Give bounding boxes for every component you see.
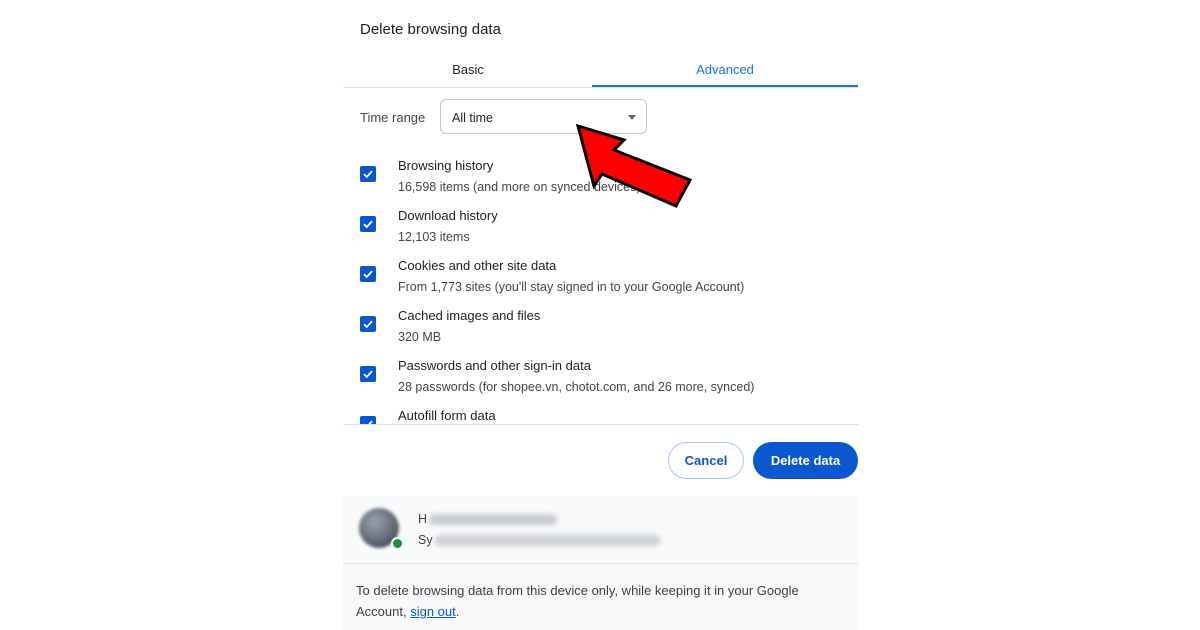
tab-advanced[interactable]: Advanced — [592, 52, 858, 86]
delete-browsing-data-dialog: Delete browsing data Basic Advanced Time… — [343, 0, 858, 630]
checkmark-icon — [363, 220, 373, 229]
sign-out-link[interactable]: sign out — [410, 604, 456, 619]
item-title: Download history — [398, 208, 498, 223]
checkmark-icon — [363, 170, 373, 179]
list-item: Autofill form data — [343, 400, 858, 424]
time-range-label: Time range — [360, 110, 426, 125]
item-subtitle: 28 passwords (for shopee.vn, chotot.com,… — [398, 380, 755, 394]
red-arrow-annotation — [575, 123, 693, 208]
sync-status-icon — [391, 537, 404, 550]
item-title: Cached images and files — [398, 308, 541, 323]
list-item: Cached images and files 320 MB — [343, 300, 858, 350]
list-item: Cookies and other site data From 1,773 s… — [343, 250, 858, 300]
account-name: H — [418, 512, 558, 526]
item-subtitle: 12,103 items — [398, 230, 470, 244]
checkbox-download-history[interactable] — [360, 216, 376, 232]
account-divider — [343, 563, 858, 564]
item-subtitle: From 1,773 sites (you'll stay signed in … — [398, 280, 745, 294]
item-title: Passwords and other sign-in data — [398, 358, 591, 373]
checkmark-icon — [363, 270, 373, 279]
checkbox-browsing-history[interactable] — [360, 166, 376, 182]
item-title: Autofill form data — [398, 408, 496, 423]
time-range-value: All time — [452, 111, 493, 125]
checkbox-autofill[interactable] — [360, 416, 376, 424]
delete-data-button[interactable]: Delete data — [753, 442, 858, 479]
checkbox-passwords[interactable] — [360, 366, 376, 382]
checkmark-icon — [363, 370, 373, 379]
list-divider — [343, 424, 858, 425]
item-subtitle: 320 MB — [398, 330, 442, 344]
item-title: Cookies and other site data — [398, 258, 557, 273]
dialog-title: Delete browsing data — [360, 21, 501, 38]
account-section: H Sy To delete browsing data from this d… — [343, 496, 858, 630]
item-title: Browsing history — [398, 158, 494, 173]
active-tab-indicator — [592, 85, 858, 87]
checkmark-icon — [363, 320, 373, 329]
tab-basic[interactable]: Basic — [343, 52, 593, 86]
tab-bar: Basic Advanced — [343, 52, 858, 88]
account-email: Sy — [418, 533, 660, 547]
sign-out-note: To delete browsing data from this device… — [356, 583, 799, 619]
cancel-button[interactable]: Cancel — [668, 442, 744, 479]
checkbox-cookies[interactable] — [360, 266, 376, 282]
tabs-divider — [343, 87, 858, 88]
list-item: Passwords and other sign-in data 28 pass… — [343, 350, 858, 400]
checkbox-cached-images[interactable] — [360, 316, 376, 332]
